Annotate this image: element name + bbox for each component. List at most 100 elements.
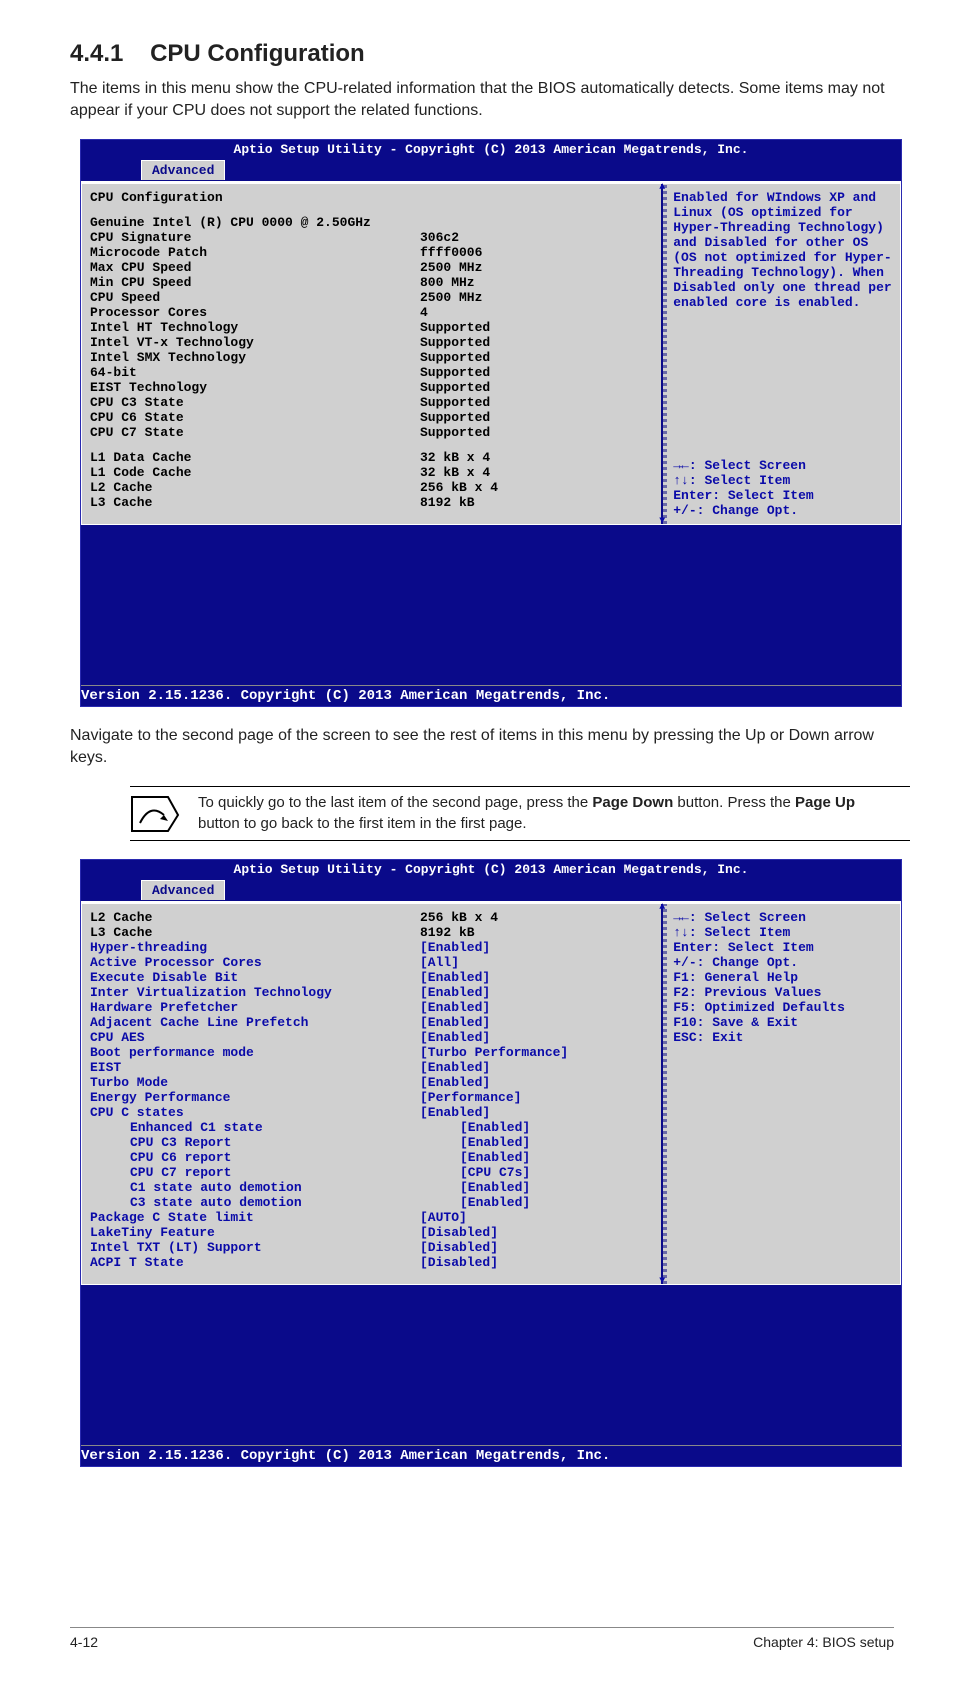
bios-row: Intel HT TechnologySupported [90,320,661,335]
nav-hint: Enter: Select Item [673,940,894,955]
bios-row: L2 Cache256 kB x 4 [90,910,661,925]
bios-tab-row: Advanced [81,159,901,183]
nav-hint: F10: Save & Exit [673,1015,894,1030]
bios-row-value: Supported [420,410,490,425]
bios-row-key: Microcode Patch [90,245,420,260]
bios-row: Microcode Patchffff0006 [90,245,661,260]
bios-row-key: CPU C6 report [90,1150,460,1165]
bios-row-value: Supported [420,380,490,395]
bios-screenshot-1: Aptio Setup Utility - Copyright (C) 2013… [80,139,902,707]
bios-row[interactable]: Package C State limit[AUTO] [90,1210,661,1225]
bios-row-value: [Enabled] [420,1015,490,1030]
bios-row-value: [Enabled] [460,1150,530,1165]
bios-row[interactable]: Enhanced C1 state[Enabled] [90,1120,661,1135]
bios-row-value: [Enabled] [460,1120,530,1135]
bios-row-value: [Enabled] [420,940,490,955]
bios-row-key: C3 state auto demotion [90,1195,460,1210]
bios-row[interactable]: LakeTiny Feature[Disabled] [90,1225,661,1240]
bios-row-key: Intel HT Technology [90,320,420,335]
bios-row-value: Supported [420,365,490,380]
bios-row[interactable]: C3 state auto demotion[Enabled] [90,1195,661,1210]
nav-hint: +/-: Change Opt. [673,955,894,970]
tab-advanced[interactable]: Advanced [141,880,225,900]
bios-row-key: Enhanced C1 state [90,1120,460,1135]
bios-row[interactable]: CPU AES[Enabled] [90,1030,661,1045]
bios-row[interactable]: Execute Disable Bit[Enabled] [90,970,661,985]
scroll-up-icon[interactable]: ▲ [659,902,671,912]
bios-row[interactable]: CPU C7 report[CPU C7s] [90,1165,661,1180]
bios-row-value: [Enabled] [420,1030,490,1045]
bios-row-value: Supported [420,320,490,335]
mid-paragraph: Navigate to the second page of the scree… [70,725,894,768]
bios-row[interactable]: Adjacent Cache Line Prefetch[Enabled] [90,1015,661,1030]
bios-row-value: [Enabled] [420,1000,490,1015]
bios-row-key: CPU C3 State [90,395,420,410]
section-intro: The items in this menu show the CPU-rela… [70,78,894,121]
scrollbar[interactable] [663,904,667,1284]
scroll-down-icon[interactable]: ▼ [659,516,671,526]
nav-hint: ESC: Exit [673,1030,894,1045]
bios-row-key: Intel VT-x Technology [90,335,420,350]
bios-row[interactable]: C1 state auto demotion[Enabled] [90,1180,661,1195]
bios-row[interactable]: Inter Virtualization Technology[Enabled] [90,985,661,1000]
bios-row-key: L1 Code Cache [90,465,420,480]
bios-row-key: CPU C7 State [90,425,420,440]
bios-row: CPU C6 StateSupported [90,410,661,425]
bios-row-value: [Enabled] [420,970,490,985]
bios-row-key: Inter Virtualization Technology [90,985,420,1000]
bios-row[interactable]: Turbo Mode[Enabled] [90,1075,661,1090]
bios-row-key: L2 Cache [90,910,420,925]
bios-row-value: [Disabled] [420,1225,498,1240]
nav-hint: →←: Select Screen [673,458,894,473]
bios-row-value: Supported [420,395,490,410]
scroll-down-icon[interactable]: ▼ [659,1276,671,1286]
bios-row-value: 800 MHz [420,275,475,290]
bios-row-key: Active Processor Cores [90,955,420,970]
nav-hint: ↑↓: Select Item [673,925,894,940]
bios-right-pane: Enabled for WIndows XP and Linux (OS opt… [661,184,900,524]
nav-hint: +/-: Change Opt. [673,503,894,518]
bios-row[interactable]: Hyper-threading[Enabled] [90,940,661,955]
bios-row-value: 256 kB x 4 [420,910,498,925]
bios-row[interactable]: CPU C6 report[Enabled] [90,1150,661,1165]
bios-row[interactable]: Energy Performance[Performance] [90,1090,661,1105]
bios-row-value: [Performance] [420,1090,521,1105]
section-number: 4.4.1 [70,40,123,67]
bios-row-key: CPU AES [90,1030,420,1045]
bios-row[interactable]: CPU C states[Enabled] [90,1105,661,1120]
bios-row: L1 Code Cache32 kB x 4 [90,465,661,480]
bios-row[interactable]: ACPI T State[Disabled] [90,1255,661,1270]
bios-row: L3 Cache8192 kB [90,925,661,940]
bios-row-key: Processor Cores [90,305,420,320]
bios-row-value: [Enabled] [420,985,490,1000]
scrollbar[interactable] [663,184,667,524]
bios-row-key: Max CPU Speed [90,260,420,275]
bios-row: CPU Speed2500 MHz [90,290,661,305]
bios-row[interactable]: Active Processor Cores[All] [90,955,661,970]
tab-advanced[interactable]: Advanced [141,160,225,180]
bios-row-key: Intel TXT (LT) Support [90,1240,420,1255]
bios-row-value: Supported [420,335,490,350]
bios-row-key: CPU Speed [90,290,420,305]
nav-hint: F5: Optimized Defaults [673,1000,894,1015]
bios-row-value: [Disabled] [420,1240,498,1255]
bios-row[interactable]: Boot performance mode[Turbo Performance] [90,1045,661,1060]
bios-nav: →←: Select Screen↑↓: Select ItemEnter: S… [673,458,894,518]
cpu-identifier: Genuine Intel (R) CPU 0000 @ 2.50GHz [90,215,661,230]
bios-nav: →←: Select Screen↑↓: Select ItemEnter: S… [673,910,894,1045]
bios-row-value: [All] [420,955,459,970]
bios-row[interactable]: Hardware Prefetcher[Enabled] [90,1000,661,1015]
bios-row[interactable]: CPU C3 Report[Enabled] [90,1135,661,1150]
bios-row[interactable]: EIST[Enabled] [90,1060,661,1075]
bios-row-value: 32 kB x 4 [420,450,490,465]
bios-title: Aptio Setup Utility - Copyright (C) 2013… [81,140,901,159]
bios-row-value: Supported [420,425,490,440]
bios-row: CPU C7 StateSupported [90,425,661,440]
bios-row: 64-bitSupported [90,365,661,380]
bios-row-key: Hyper-threading [90,940,420,955]
bios-row: Processor Cores4 [90,305,661,320]
bios-title: Aptio Setup Utility - Copyright (C) 2013… [81,860,901,879]
scroll-up-icon[interactable]: ▲ [659,182,671,192]
bios-row[interactable]: Intel TXT (LT) Support[Disabled] [90,1240,661,1255]
tip-box: To quickly go to the last item of the se… [130,786,910,841]
